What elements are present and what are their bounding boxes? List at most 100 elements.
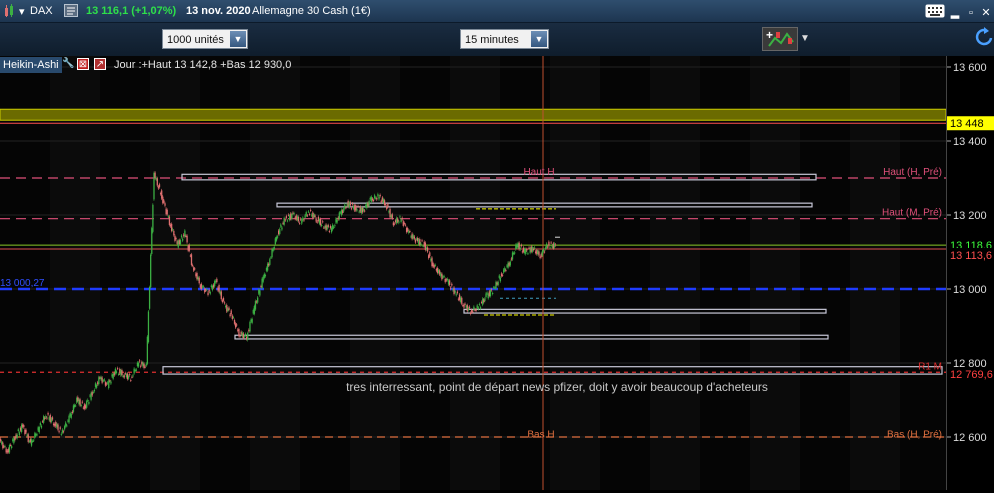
timeframe-select[interactable]: 15 minutes ▼ bbox=[460, 29, 549, 49]
candle-body bbox=[344, 204, 346, 208]
candle-body bbox=[397, 218, 399, 222]
candle-body bbox=[131, 376, 133, 378]
candle-body bbox=[345, 207, 347, 209]
chart-canvas[interactable]: Haut H Haut (H, Pré) Haut (M, Pré) Bas H Bas… bbox=[0, 56, 950, 490]
axis-tick-label: 13 000 bbox=[953, 284, 987, 296]
candle-body bbox=[238, 329, 240, 337]
candle-body bbox=[61, 429, 64, 433]
add-indicator-button[interactable]: + bbox=[762, 27, 798, 51]
candle-body bbox=[554, 244, 557, 246]
chevron-down-icon[interactable]: ▼ bbox=[230, 31, 246, 47]
candle-body bbox=[333, 227, 335, 229]
candle-body bbox=[407, 228, 409, 232]
candle-body bbox=[259, 290, 261, 296]
candle-body bbox=[202, 286, 205, 288]
candle-body bbox=[539, 257, 541, 259]
candle-body bbox=[8, 445, 11, 453]
candle-body bbox=[316, 221, 318, 223]
indicator-settings-icon[interactable]: ↗ bbox=[94, 58, 106, 70]
candle-body bbox=[116, 368, 119, 370]
indicator-name[interactable]: Heikin-Ashi bbox=[0, 57, 62, 73]
chevron-down-icon[interactable]: ▼ bbox=[800, 33, 810, 44]
candle-body bbox=[158, 184, 161, 188]
candle-body bbox=[207, 292, 209, 296]
remove-indicator-icon[interactable]: ⊠ bbox=[77, 58, 89, 70]
candle-body bbox=[343, 208, 345, 212]
candle-body bbox=[541, 251, 543, 256]
refresh-icon[interactable] bbox=[975, 27, 993, 54]
candle-body bbox=[175, 238, 177, 240]
candle-body bbox=[109, 380, 111, 382]
candle-body bbox=[247, 333, 249, 341]
candle-body bbox=[93, 389, 96, 392]
candle-body bbox=[401, 217, 403, 220]
candle-body bbox=[283, 217, 285, 225]
symbol-dropdown-icon[interactable]: ▾ bbox=[19, 5, 25, 18]
price-axis[interactable]: 13 600 13 400 13 200 13 000 12 800 12 600 13 4… bbox=[946, 56, 994, 490]
info-icon[interactable] bbox=[64, 4, 78, 20]
candle-body bbox=[548, 241, 550, 246]
candle-body bbox=[297, 216, 300, 222]
candle-body bbox=[108, 380, 110, 389]
candle-body bbox=[257, 297, 259, 303]
symbol-label[interactable]: DAX bbox=[30, 5, 53, 17]
candle-body bbox=[220, 291, 222, 300]
close-icon[interactable]: ✕ bbox=[978, 5, 994, 21]
candle-body bbox=[467, 307, 470, 311]
wrench-icon[interactable]: 🔧 bbox=[62, 58, 74, 70]
candle-body bbox=[314, 215, 316, 218]
candle-body bbox=[473, 306, 475, 310]
candle-body bbox=[16, 434, 18, 439]
candle-body bbox=[279, 229, 281, 235]
candle-body bbox=[59, 427, 61, 429]
candle-body bbox=[304, 215, 306, 218]
price-chart[interactable]: Haut H Haut (H, Pré) Haut (M, Pré) Bas H Bas… bbox=[0, 56, 950, 490]
candle-body bbox=[334, 225, 336, 227]
candle-body bbox=[446, 278, 449, 281]
candle-body bbox=[485, 293, 487, 298]
chart-type-icon[interactable] bbox=[3, 4, 17, 21]
quote-date: 13 nov. 2020 bbox=[186, 5, 251, 17]
candle-body bbox=[453, 287, 455, 294]
price-tag-low: 12 769,6 bbox=[950, 369, 993, 381]
haut-h-label: Haut H bbox=[523, 167, 554, 178]
candle-body bbox=[305, 212, 307, 216]
candle-body bbox=[249, 322, 251, 332]
candle-body bbox=[272, 248, 274, 251]
candle-body bbox=[242, 333, 244, 339]
candle-body bbox=[514, 252, 516, 254]
chevron-down-icon[interactable]: ▼ bbox=[531, 31, 547, 47]
candle-body bbox=[4, 445, 6, 447]
candle-body bbox=[166, 209, 168, 215]
candle-body bbox=[309, 209, 312, 211]
candle-body bbox=[79, 399, 81, 406]
keyboard-icon[interactable] bbox=[925, 4, 945, 21]
units-select[interactable]: 1000 unités ▼ bbox=[162, 29, 248, 49]
candle-body bbox=[218, 284, 220, 292]
candle-body bbox=[251, 318, 253, 323]
candle-body bbox=[501, 274, 504, 276]
candle-body bbox=[398, 221, 400, 223]
candle-body bbox=[422, 245, 424, 247]
candle-body bbox=[350, 208, 353, 210]
candle-body bbox=[0, 438, 2, 442]
candle-body bbox=[239, 335, 241, 337]
candle-body bbox=[520, 245, 522, 247]
candle-body bbox=[399, 216, 401, 218]
candle-body bbox=[303, 219, 305, 221]
candle-body bbox=[385, 204, 387, 206]
candle-body bbox=[281, 227, 283, 230]
candle-body bbox=[414, 239, 417, 243]
candle-body bbox=[358, 211, 360, 213]
candle-body bbox=[40, 425, 43, 428]
minimize-icon[interactable]: ▂ bbox=[947, 5, 963, 21]
candle-body bbox=[139, 360, 141, 362]
candle-body bbox=[18, 432, 21, 436]
candle-body bbox=[127, 375, 130, 379]
background-band bbox=[250, 56, 300, 490]
maximize-icon[interactable]: ▫ bbox=[963, 5, 979, 21]
candle-body bbox=[47, 412, 49, 415]
candle-body bbox=[284, 219, 286, 221]
candle-body bbox=[191, 264, 194, 266]
candle-body bbox=[209, 291, 211, 294]
